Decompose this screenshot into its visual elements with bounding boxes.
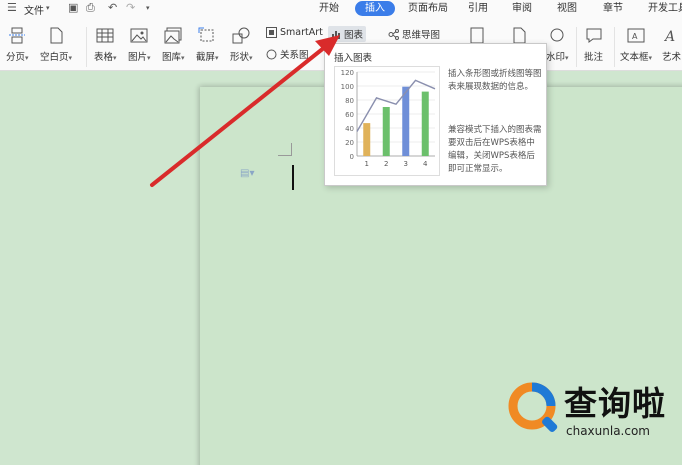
search-logo-icon [508,382,558,432]
arrow-shaft [150,45,327,187]
watermark-url: chaxunla.com [566,424,650,438]
site-watermark: 查询啦 chaxunla.com [504,376,676,446]
watermark-text: 查询啦 [564,384,666,423]
